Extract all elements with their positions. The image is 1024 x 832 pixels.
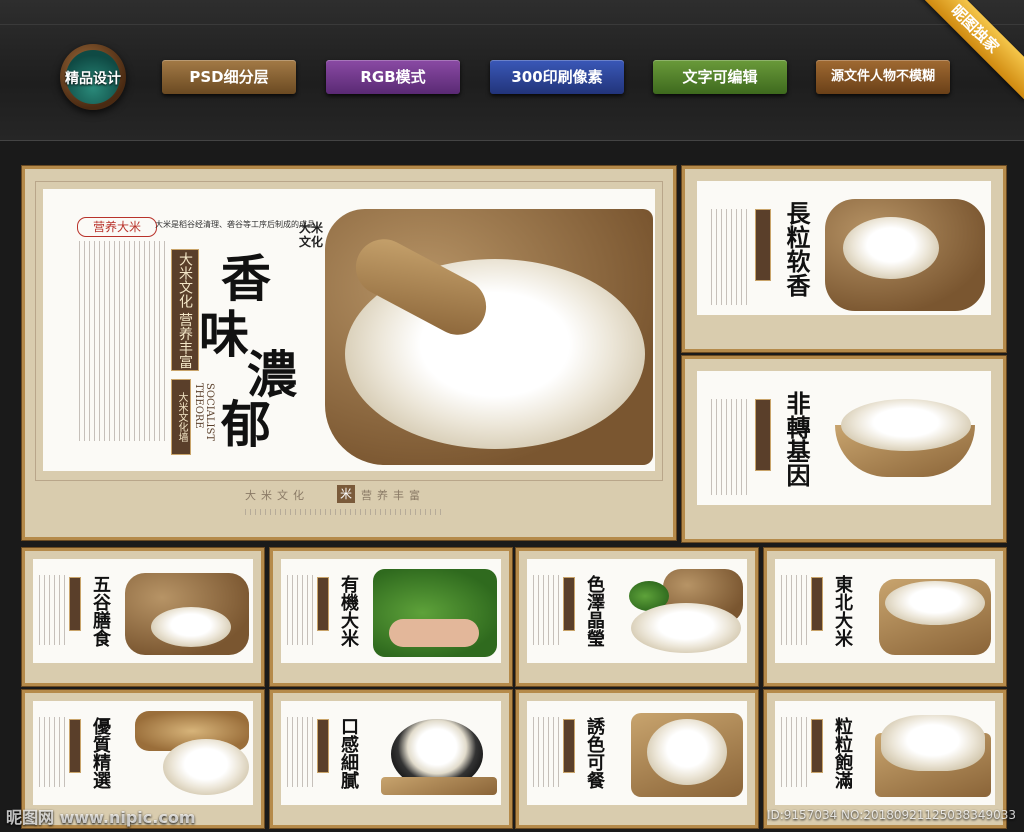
header-divider	[0, 24, 1024, 25]
thumb-northeast-rice: 東北大米	[764, 548, 1006, 686]
thumb-title: 粒粒飽滿	[832, 717, 853, 789]
title-char-4: 郁	[221, 395, 271, 454]
footer-bar: 昵图网 www.nipic.com ID:9157034 NO:20180921…	[0, 800, 1024, 832]
thumb-five-grains: 五谷膳食	[22, 548, 264, 686]
bottom-band-left: 大米文化	[245, 489, 309, 502]
side-poster-title: 長粒软香	[782, 201, 811, 297]
thumb-mat	[381, 777, 497, 795]
badge-psd-layers: PSD细分层	[162, 60, 296, 94]
body-text-block	[79, 241, 165, 441]
logo-text: 精品设计	[65, 71, 121, 87]
thumb-body-text	[39, 717, 65, 787]
thumb-title: 色澤晶瑩	[584, 575, 605, 647]
thumb-tag	[69, 577, 81, 631]
thumb-hands	[389, 619, 479, 647]
thumb-rice	[885, 581, 985, 625]
title-column: 香 味 濃 郁	[199, 239, 305, 459]
thumb-tag	[317, 719, 329, 773]
thumb-rice	[631, 603, 741, 653]
bottom-band-right: 营养丰富	[361, 489, 425, 502]
header-bar: 精品设计 PSD细分层 RGB模式 300印刷像素 文字可编辑 源文件人物不模糊…	[0, 0, 1024, 141]
side-vertical-tag	[755, 399, 771, 471]
logo-badge: 精品设计	[60, 44, 126, 110]
side-poster-long-grain: 長粒软香	[682, 166, 1006, 352]
thumb-title: 誘色可餐	[584, 717, 605, 789]
thumb-title: 東北大米	[832, 575, 853, 647]
side-poster-rice	[841, 399, 971, 451]
thumb-tag	[811, 577, 823, 631]
bottom-fine-print	[245, 509, 445, 515]
image-id-text: ID:9157034 NO:20180921125038349033	[766, 808, 1016, 822]
thumb-body-text	[287, 717, 313, 787]
thumb-tag	[563, 577, 575, 631]
thumb-title: 優質精選	[90, 717, 111, 789]
bottom-center-seal: 米	[337, 485, 355, 503]
thumb-tag	[811, 719, 823, 773]
side-body-text	[711, 209, 747, 305]
badge-print-resolution: 300印刷像素	[490, 60, 624, 94]
side-poster-non-gmo: 非轉基因	[682, 356, 1006, 542]
top-seal-text: 营养大米	[92, 220, 141, 234]
thumb-title: 五谷膳食	[90, 575, 111, 647]
side-vertical-tag	[755, 209, 771, 281]
main-poster: 营养大米 大米是稻谷经清理、砻谷等工序后制成的成品。 大米文化 营养丰富 香 味…	[22, 166, 676, 540]
vertical-culture-tag: 大米文化 营养丰富	[171, 249, 199, 371]
thumb-rice	[647, 719, 727, 785]
side-poster-title: 非轉基因	[782, 391, 811, 487]
thumb-tag	[69, 719, 81, 773]
thumb-crystal-clear: 色澤晶瑩	[516, 548, 758, 686]
title-char-2: 味	[199, 305, 249, 364]
thumb-body-text	[533, 575, 559, 645]
thumb-title: 有機大米	[338, 575, 359, 647]
thumb-body-text	[781, 575, 807, 645]
thumb-organic-rice: 有機大米	[270, 548, 512, 686]
thumb-rice	[881, 715, 985, 771]
side-poster-rice	[843, 217, 939, 279]
badge-rgb-mode: RGB模式	[326, 60, 460, 94]
side-body-text	[711, 399, 747, 495]
site-watermark: 昵图网 www.nipic.com	[6, 808, 196, 827]
thumb-rice	[151, 607, 231, 647]
thumb-title: 口感細膩	[338, 717, 359, 789]
thumb-body-text	[781, 717, 807, 787]
thumb-rice	[163, 739, 249, 795]
thumb-body-text	[39, 575, 65, 645]
badge-sharp-figures: 源文件人物不模糊	[816, 60, 950, 94]
sub-tag: 大米文化墙	[171, 379, 191, 455]
thumb-tag	[563, 719, 575, 773]
badge-editable-text: 文字可编辑	[653, 60, 787, 94]
side-english-text: SOCIALIST THEORE	[193, 383, 215, 441]
thumb-body-text	[533, 717, 559, 787]
thumb-body-text	[287, 575, 313, 645]
top-seal: 营养大米	[77, 217, 157, 237]
bottom-band: 大米文化 米 营养丰富	[245, 485, 445, 505]
thumb-tag	[317, 577, 329, 631]
